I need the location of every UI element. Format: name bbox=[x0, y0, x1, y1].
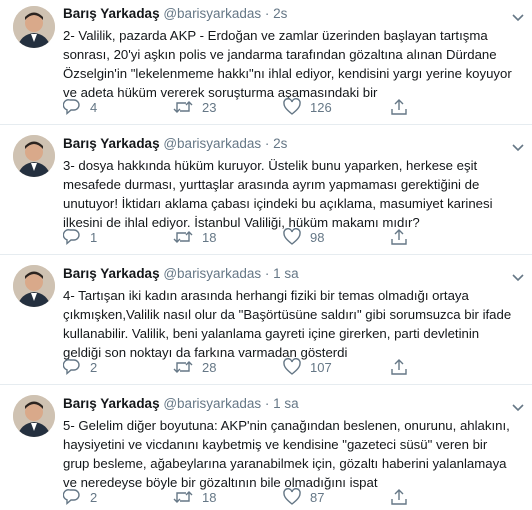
retweet-count: 28 bbox=[202, 359, 217, 375]
author-name[interactable]: Barış Yarkadaş bbox=[63, 136, 160, 151]
like-count: 126 bbox=[310, 99, 332, 115]
retweet-button[interactable]: 18 bbox=[173, 487, 216, 507]
heart-icon bbox=[283, 488, 301, 505]
reply-count: 4 bbox=[90, 99, 98, 115]
avatar[interactable] bbox=[13, 135, 55, 177]
tweet-text: 4- Tartışan iki kadın arasında herhangi … bbox=[63, 286, 513, 362]
share-icon bbox=[391, 359, 407, 375]
tweet-text-line: 2- Valilik, pazarda AKP - Erdoğan ve zam… bbox=[63, 28, 488, 43]
author-handle[interactable]: @barisyarkadas bbox=[163, 136, 261, 151]
tweet-text-line: sonrası, 20'yi aşkın polis ve jandarma t… bbox=[63, 47, 497, 62]
author-name[interactable]: Barış Yarkadaş bbox=[63, 266, 160, 281]
separator: · bbox=[264, 136, 270, 151]
reply-button[interactable]: 1 bbox=[63, 227, 97, 247]
tweet-text-line: unutuyor! İktidarı aklama çabası içindek… bbox=[63, 196, 493, 211]
share-icon bbox=[391, 99, 407, 115]
reply-button[interactable]: 2 bbox=[63, 357, 97, 377]
heart-icon bbox=[283, 98, 301, 115]
tweet-actions: 2 28 107 bbox=[63, 357, 503, 377]
tweet-text: 3- dosya hakkında hüküm kuruyor. Üstelik… bbox=[63, 156, 513, 232]
like-button[interactable]: 126 bbox=[283, 97, 332, 117]
avatar[interactable] bbox=[13, 395, 55, 437]
like-button[interactable]: 98 bbox=[283, 227, 324, 247]
retweet-button[interactable]: 23 bbox=[173, 97, 216, 117]
author-handle[interactable]: @barisyarkadas bbox=[163, 6, 261, 21]
author-handle[interactable]: @barisyarkadas bbox=[163, 396, 261, 411]
share-icon bbox=[391, 489, 407, 505]
like-count: 98 bbox=[310, 229, 325, 245]
retweet-button[interactable]: 28 bbox=[173, 357, 216, 377]
retweet-count: 18 bbox=[202, 489, 217, 505]
share-button[interactable] bbox=[390, 357, 417, 377]
tweet-text-line: haysiyetini ve vicdanını kaybetmiş ve ke… bbox=[63, 437, 488, 452]
reply-count: 2 bbox=[90, 359, 98, 375]
separator: · bbox=[264, 396, 270, 411]
like-button[interactable]: 107 bbox=[283, 357, 332, 377]
like-count: 87 bbox=[310, 489, 325, 505]
avatar[interactable] bbox=[13, 265, 55, 307]
reply-button[interactable]: 2 bbox=[63, 487, 97, 507]
tweet-text-line: grup besleme, ağabeylarına yaranabilmek … bbox=[63, 456, 507, 471]
share-button[interactable] bbox=[390, 227, 417, 247]
avatar[interactable] bbox=[13, 6, 55, 48]
chevron-down-icon[interactable] bbox=[512, 10, 524, 22]
tweet-text: 2- Valilik, pazarda AKP - Erdoğan ve zam… bbox=[63, 26, 513, 102]
share-button[interactable] bbox=[390, 487, 417, 507]
tweet-text-line: 4- Tartışan iki kadın arasında herhangi … bbox=[63, 288, 469, 303]
share-icon bbox=[391, 229, 407, 245]
timestamp[interactable]: 2s bbox=[273, 136, 287, 151]
tweet-text-line: 5- Gelelim diğer boyutuna: AKP'nin çanağ… bbox=[63, 418, 510, 433]
reply-icon bbox=[63, 489, 80, 506]
tweet-text-line: mesafede durması, yurttaşlar arasında ay… bbox=[63, 177, 480, 192]
retweet-button[interactable]: 18 bbox=[173, 227, 216, 247]
tweet-text-line: 3- dosya hakkında hüküm kuruyor. Üstelik… bbox=[63, 158, 478, 173]
separator: · bbox=[264, 266, 270, 281]
like-count: 107 bbox=[310, 359, 332, 375]
tweet-actions: 2 18 87 bbox=[63, 487, 503, 507]
retweet-count: 18 bbox=[202, 229, 217, 245]
timestamp[interactable]: 1 sa bbox=[273, 266, 299, 281]
tweet[interactable]: Barış Yarkadaş @barisyarkadas · 1 sa 4- … bbox=[0, 255, 532, 384]
tweet-actions: 4 23 126 bbox=[63, 97, 503, 117]
reply-button[interactable]: 4 bbox=[63, 97, 97, 117]
timestamp[interactable]: 1 sa bbox=[273, 396, 299, 411]
chevron-down-icon[interactable] bbox=[512, 140, 524, 152]
chevron-down-icon[interactable] bbox=[512, 270, 524, 282]
author-name[interactable]: Barış Yarkadaş bbox=[63, 396, 160, 411]
chevron-down-icon[interactable] bbox=[512, 400, 524, 412]
separator: · bbox=[264, 6, 270, 21]
tweet-text-line: çıkmışken,Valilik nasıl olur da "Başörtü… bbox=[63, 307, 512, 322]
tweet[interactable]: Barış Yarkadaş @barisyarkadas · 2s 3- do… bbox=[0, 125, 532, 254]
heart-icon bbox=[283, 358, 301, 375]
retweet-icon bbox=[173, 231, 193, 243]
reply-count: 2 bbox=[90, 489, 98, 505]
reply-icon bbox=[63, 359, 80, 376]
tweet-actions: 1 18 98 bbox=[63, 227, 503, 247]
heart-icon bbox=[283, 228, 301, 245]
timestamp[interactable]: 2s bbox=[273, 6, 287, 21]
author-handle[interactable]: @barisyarkadas bbox=[163, 266, 261, 281]
share-button[interactable] bbox=[390, 97, 417, 117]
like-button[interactable]: 87 bbox=[283, 487, 324, 507]
retweet-icon bbox=[173, 491, 193, 503]
retweet-icon bbox=[173, 101, 193, 113]
tweet-text: 5- Gelelim diğer boyutuna: AKP'nin çanağ… bbox=[63, 416, 513, 492]
tweet-text-line: kullanabilir. Valilik, beni yalanlama ga… bbox=[63, 326, 480, 341]
reply-icon bbox=[63, 99, 80, 116]
retweet-icon bbox=[173, 361, 193, 373]
tweet[interactable]: Barış Yarkadaş @barisyarkadas · 2s 2- Va… bbox=[0, 0, 532, 124]
tweet-text-line: Özselgin'in "lekelenmeme hakkı"nı ihlal … bbox=[63, 66, 512, 81]
reply-icon bbox=[63, 229, 80, 246]
author-name[interactable]: Barış Yarkadaş bbox=[63, 6, 160, 21]
reply-count: 1 bbox=[90, 229, 98, 245]
tweet[interactable]: Barış Yarkadaş @barisyarkadas · 1 sa 5- … bbox=[0, 385, 532, 510]
retweet-count: 23 bbox=[202, 99, 217, 115]
